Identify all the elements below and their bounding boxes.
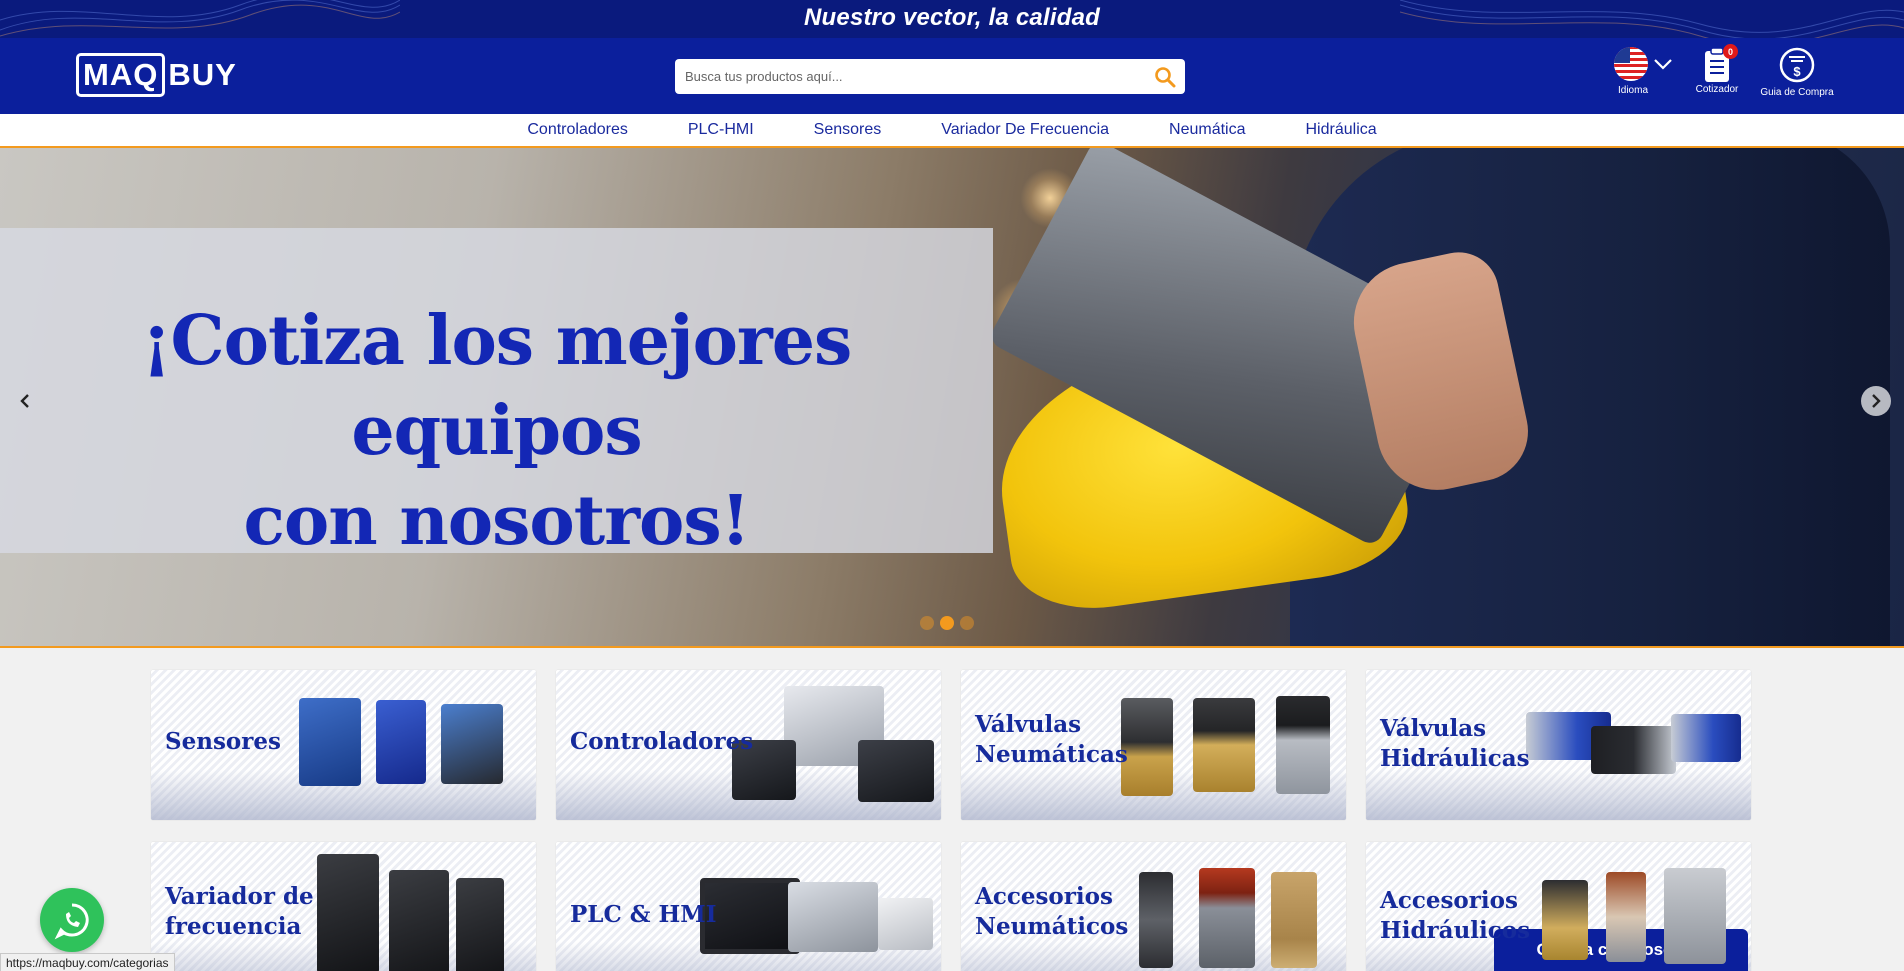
nav-item-sensores[interactable]: Sensores [814, 121, 882, 139]
category-title: Válvulas Hidráulicas [1380, 715, 1530, 772]
hydraulic-accessory-image [1664, 868, 1726, 964]
regulator-product-image [1139, 872, 1173, 968]
valve-product-image [1276, 696, 1330, 794]
hydraulic-valve-product-image [1671, 714, 1741, 762]
whatsapp-button[interactable] [40, 888, 104, 952]
carousel-dot-active[interactable] [940, 616, 954, 630]
hero-headline-line1: ¡Cotiza los mejores equipos [141, 301, 853, 471]
vfd-product-image [456, 878, 504, 971]
logo-mark: MAQ [76, 53, 166, 97]
category-title: PLC & HMI [570, 901, 717, 928]
chevron-left-icon [20, 394, 29, 408]
hero-headline: ¡Cotiza los mejores equipos con nosotros… [0, 296, 993, 566]
category-card-accesorios-neumaticos[interactable]: Accesorios Neumáticos [961, 842, 1346, 971]
hydraulic-valve-product-image [1591, 726, 1676, 774]
hero-carousel: ¡Cotiza los mejores equipos con nosotros… [0, 148, 1904, 648]
valve-product-image [1193, 698, 1255, 792]
carousel-prev-button[interactable] [10, 386, 40, 416]
logo[interactable]: MAQ BUY [76, 49, 237, 101]
search-bar [675, 59, 1185, 94]
carousel-next-button[interactable] [1861, 386, 1891, 416]
logo-text: BUY [168, 57, 237, 92]
category-card-valvulas-neumaticas[interactable]: Válvulas Neumáticas [961, 670, 1346, 820]
carousel-dots [920, 616, 974, 630]
language-selector[interactable]: Idioma [1613, 46, 1673, 96]
category-card-controladores[interactable]: Controladores [556, 670, 941, 820]
us-flag-icon [1614, 47, 1648, 81]
search-input[interactable] [675, 59, 1145, 94]
hero-headline-line2: con nosotros! [243, 481, 750, 561]
hydraulic-accessory-image [1606, 872, 1646, 962]
hmi-product-image [788, 882, 878, 952]
sensor-product-image [299, 698, 361, 786]
category-title: Accesorios Neumáticos [975, 883, 1129, 940]
guia-label: Guia de Compra [1760, 87, 1834, 98]
category-card-sensores[interactable]: Sensores [151, 670, 536, 820]
vfd-product-image [389, 870, 449, 971]
search-icon[interactable] [1145, 59, 1185, 94]
header: MAQ BUY Busca tus productos aquí... Idio… [0, 38, 1904, 114]
nav-item-plc-hmi[interactable]: PLC-HMI [688, 121, 754, 139]
silencer-product-image [1271, 872, 1317, 968]
valve-button-product-image [1199, 868, 1255, 968]
status-bar-url: https://maqbuy.com/categorias [0, 953, 175, 971]
cotizador-label: Cotizador [1695, 84, 1739, 95]
chevron-right-icon [1872, 394, 1881, 408]
category-nav: Controladores PLC-HMI Sensores Variador … [0, 114, 1904, 148]
category-card-accesorios-hidraulicos[interactable]: Accesorios Hidráulicos [1366, 842, 1751, 971]
category-title: Controladores [570, 728, 754, 755]
dollar-circle-icon: $ [1779, 47, 1815, 83]
svg-text:$: $ [1793, 64, 1801, 79]
category-title: Accesorios Hidráulicos [1380, 887, 1531, 944]
sensor-product-image [376, 700, 426, 784]
nav-item-controladores[interactable]: Controladores [527, 121, 628, 139]
category-card-plc-hmi[interactable]: PLC & HMI [556, 842, 941, 971]
idioma-label: Idioma [1617, 85, 1648, 96]
nav-item-hidraulica[interactable]: Hidráulica [1306, 121, 1377, 139]
guia-compra-button[interactable]: $ Guia de Compra [1757, 46, 1837, 98]
category-card-valvulas-hidraulicas[interactable]: Válvulas Hidráulicas [1366, 670, 1751, 820]
controller-product-image [858, 740, 934, 802]
nav-item-variador[interactable]: Variador De Frecuencia [941, 121, 1109, 139]
cart-count-badge: 0 [1723, 44, 1738, 59]
hydraulic-accessory-image [1542, 880, 1588, 960]
whatsapp-icon [54, 903, 89, 940]
sensor-product-image [441, 704, 503, 784]
category-title: Sensores [165, 728, 281, 755]
plc-product-image [878, 898, 933, 950]
category-title: Variador de frecuencia [165, 883, 314, 940]
nav-item-neumatica[interactable]: Neumática [1169, 121, 1245, 139]
vfd-product-image [317, 854, 379, 971]
tagline: Nuestro vector, la calidad [804, 4, 1100, 31]
category-card-variador[interactable]: Variador de frecuencia [151, 842, 536, 971]
category-title: Válvulas Neumáticas [975, 711, 1128, 768]
top-banner: Nuestro vector, la calidad [0, 0, 1904, 38]
chevron-down-icon [1654, 59, 1672, 70]
valve-product-image [1121, 698, 1173, 796]
cotizador-button[interactable]: 0 Cotizador [1692, 44, 1742, 95]
carousel-dot[interactable] [920, 616, 934, 630]
carousel-dot[interactable] [960, 616, 974, 630]
